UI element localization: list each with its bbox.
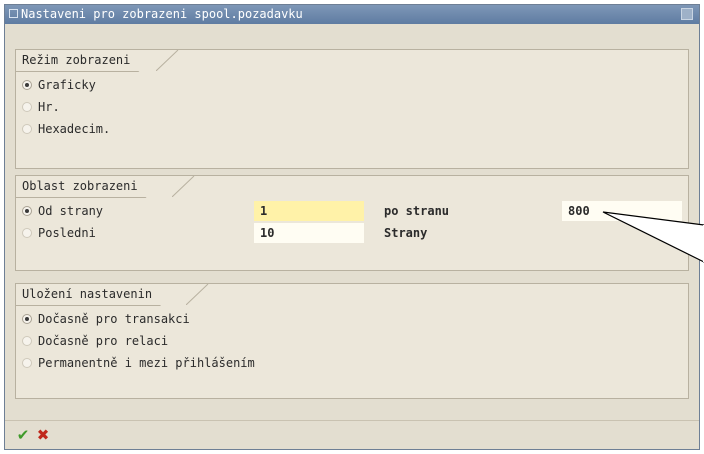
title-bar[interactable]: Nastaveni pro zobrazeni spool.pozadavku <box>5 5 699 24</box>
group-title-tab-edge <box>186 284 209 305</box>
option-graphic[interactable]: Graficky <box>22 74 96 96</box>
radio-temp-transaction[interactable] <box>22 314 32 324</box>
option-temp-session[interactable]: Dočasně pro relaci <box>22 330 168 352</box>
system-menu-icon[interactable] <box>681 8 693 20</box>
option-from-page[interactable]: Od strany <box>22 200 103 222</box>
group-title-tab-edge <box>172 176 195 197</box>
option-temp-transaction-label: Dočasně pro transakci <box>38 312 190 326</box>
window-title: Nastaveni pro zobrazeni spool.pozadavku <box>21 7 303 21</box>
radio-graphic[interactable] <box>22 80 32 90</box>
dialog-footer: ✔ ✖ <box>5 420 699 449</box>
option-graphic-label: Graficky <box>38 78 96 92</box>
pages-unit-label: Strany <box>384 226 428 240</box>
option-permanent-label: Permanentně i mezi přihlášením <box>38 356 255 370</box>
group-title-display-area: Oblast zobrazeni <box>16 176 168 198</box>
option-last[interactable]: Posledni <box>22 222 96 244</box>
radio-last[interactable] <box>22 228 32 238</box>
option-last-label: Posledni <box>38 226 96 240</box>
option-from-page-label: Od strany <box>38 204 104 218</box>
radio-temp-session[interactable] <box>22 336 32 346</box>
window-icon <box>9 9 18 18</box>
option-raw-label: Hr. <box>38 100 60 114</box>
option-hex-label: Hexadecim. <box>38 122 111 136</box>
to-page-label: po stranu <box>384 204 450 218</box>
group-display-mode: Režim zobrazeni Graficky Hr. Hexadecim. <box>15 49 689 169</box>
group-title-tab-edge <box>156 50 179 71</box>
radio-hex[interactable] <box>22 124 32 134</box>
last-pages-input[interactable]: 10 <box>254 223 364 243</box>
option-hex[interactable]: Hexadecim. <box>22 118 110 140</box>
dialog-window: Nastaveni pro zobrazeni spool.pozadavku … <box>4 4 700 450</box>
check-icon[interactable]: ✔ <box>15 427 31 443</box>
group-display-area: Oblast zobrazeni Od strany 1 po stranu 8… <box>15 175 689 271</box>
group-title-display-mode: Režim zobrazeni <box>16 50 160 72</box>
radio-raw[interactable] <box>22 102 32 112</box>
group-save-settings: Uložení nastavenin Dočasně pro transakci… <box>15 283 689 399</box>
option-raw[interactable]: Hr. <box>22 96 60 118</box>
option-temp-transaction[interactable]: Dočasně pro transakci <box>22 308 190 330</box>
radio-from-page[interactable] <box>22 206 32 216</box>
to-page-input[interactable]: 800 <box>562 201 682 221</box>
option-temp-session-label: Dočasně pro relaci <box>38 334 169 348</box>
from-page-input[interactable]: 1 <box>254 201 364 221</box>
cancel-x-icon[interactable]: ✖ <box>35 427 51 443</box>
radio-permanent[interactable] <box>22 358 32 368</box>
option-permanent[interactable]: Permanentně i mezi přihlášením <box>22 352 255 374</box>
group-title-save-settings: Uložení nastavenin <box>16 284 182 306</box>
